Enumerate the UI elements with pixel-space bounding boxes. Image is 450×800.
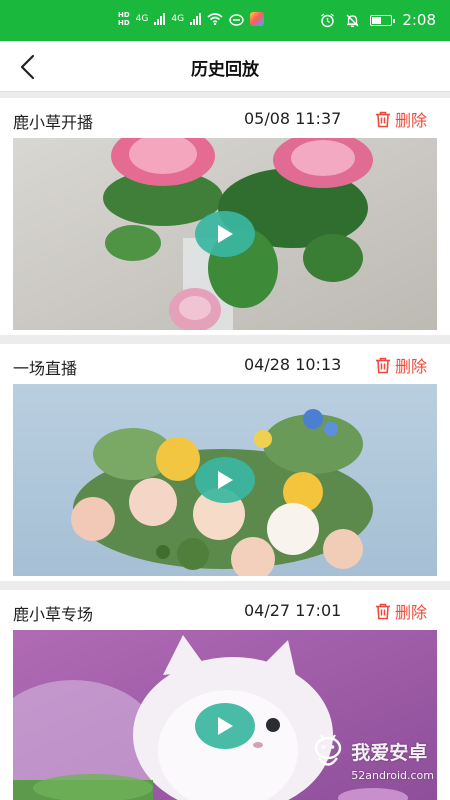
mute-icon (346, 14, 359, 27)
replay-item[interactable]: 鹿小草开播 05/08 11:37 删除 (0, 98, 450, 335)
status-time: 2:08 (402, 11, 436, 29)
signal-2-label: 4G (171, 14, 185, 24)
watermark: 我爱安卓 52android.com (311, 731, 434, 782)
replay-time: 04/28 10:13 (244, 355, 342, 374)
page-title: 历史回放 (191, 60, 259, 80)
android-logo-icon (315, 734, 342, 766)
trash-icon (376, 111, 390, 127)
replay-title: 一场直播 (13, 359, 78, 378)
replay-title: 鹿小草开播 (13, 113, 94, 132)
status-bar: HD HD 4G 4G 2:08 (0, 0, 450, 41)
wifi-icon (207, 13, 223, 25)
delete-button[interactable]: 删除 (375, 599, 427, 623)
data-saver-icon (229, 13, 244, 26)
replay-time: 04/27 17:01 (244, 601, 342, 620)
nav-bar: 历史回放 (0, 41, 450, 92)
play-icon (218, 717, 233, 735)
play-icon (218, 471, 233, 489)
replay-item-header: 一场直播 04/28 10:13 删除 (0, 344, 450, 384)
video-thumbnail[interactable] (13, 384, 437, 576)
network-hd-icon: HD HD (118, 11, 130, 27)
play-icon (218, 225, 233, 243)
status-bar-right: 2:08 (320, 11, 436, 29)
delete-button[interactable]: 删除 (375, 353, 427, 377)
watermark-url: 52android.com (351, 769, 434, 782)
trash-icon (376, 603, 390, 619)
signal-1-icon (154, 13, 166, 25)
replay-title: 鹿小草专场 (13, 605, 94, 624)
app-notification-icon (250, 12, 265, 26)
delete-label: 删除 (395, 111, 428, 130)
delete-label: 删除 (395, 357, 428, 376)
signal-2-icon (190, 13, 202, 25)
status-bar-left: HD HD 4G 4G (118, 11, 265, 27)
replay-item-header: 鹿小草专场 04/27 17:01 删除 (0, 590, 450, 630)
replay-time: 05/08 11:37 (244, 109, 342, 128)
signal-1-label: 4G (135, 14, 149, 24)
play-button[interactable] (195, 211, 255, 257)
trash-icon (376, 357, 390, 373)
delete-label: 删除 (395, 603, 428, 622)
delete-button[interactable]: 删除 (375, 107, 427, 131)
replay-item[interactable]: 一场直播 04/28 10:13 删除 (0, 344, 450, 581)
battery-icon (370, 14, 396, 26)
watermark-name: 我爱安卓 (351, 741, 428, 764)
replay-item-header: 鹿小草开播 05/08 11:37 删除 (0, 98, 450, 138)
alarm-icon (321, 12, 335, 27)
video-thumbnail[interactable] (13, 138, 437, 330)
play-button[interactable] (195, 703, 255, 749)
play-button[interactable] (195, 457, 255, 503)
